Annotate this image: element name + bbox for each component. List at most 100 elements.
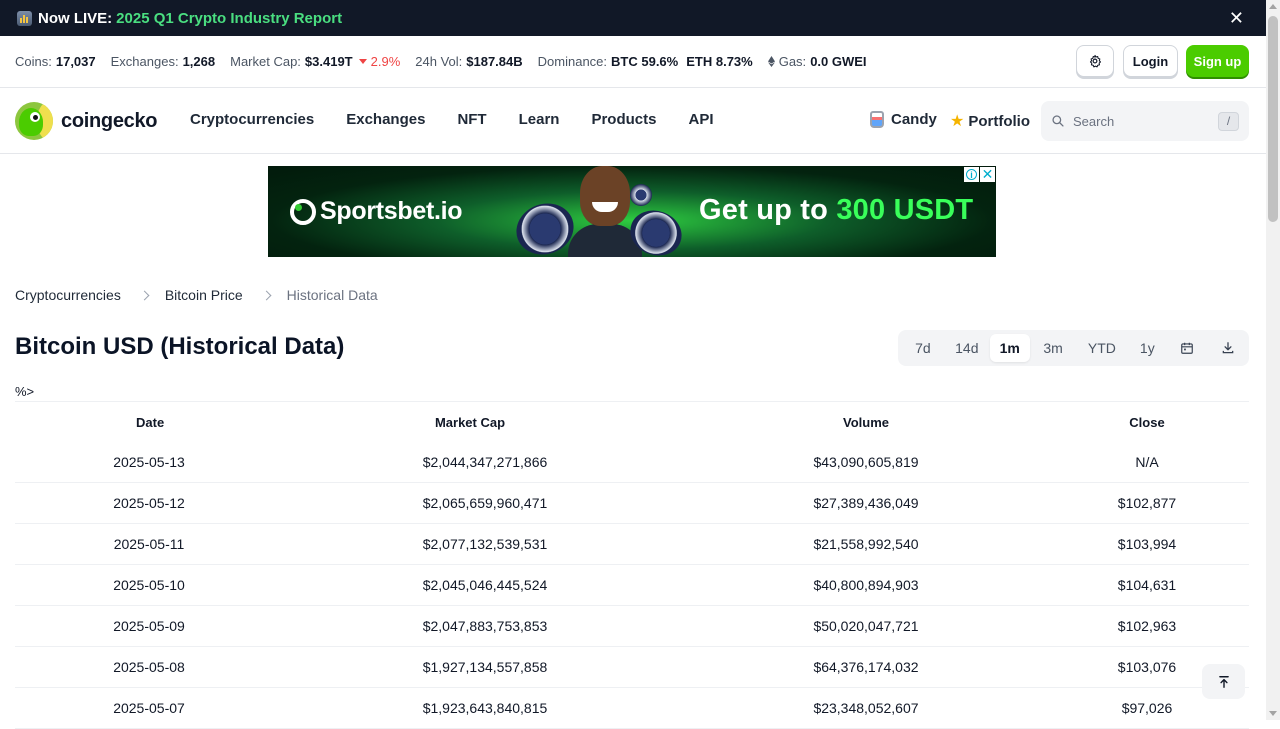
nav-item-nft[interactable]: NFT xyxy=(457,111,486,128)
ad-brand: Sportsbet.io xyxy=(290,197,463,226)
main-nav: coingecko Cryptocurrencies Exchanges NFT… xyxy=(0,89,1266,154)
sportsbet-logo-icon xyxy=(290,198,316,225)
ad-banner[interactable]: Sportsbet.io Get up to 300 USDT xyxy=(268,166,996,257)
stray-text: %> xyxy=(15,384,35,399)
cell-market-cap: $2,047,883,753,853 xyxy=(422,618,548,634)
search-input[interactable]: Search / xyxy=(1041,101,1249,141)
download-button[interactable] xyxy=(1207,334,1249,362)
cell-market-cap: $1,927,134,557,858 xyxy=(422,659,548,675)
cell-market-cap: $2,077,132,539,531 xyxy=(422,536,548,552)
breadcrumb-cryptocurrencies[interactable]: Cryptocurrencies xyxy=(15,287,121,303)
cell-volume: $23,348,052,607 xyxy=(813,700,919,716)
page-scrollbar[interactable] xyxy=(1266,0,1280,720)
range-1m[interactable]: 1m xyxy=(989,334,1030,362)
breadcrumb-bitcoin-price[interactable]: Bitcoin Price xyxy=(165,287,243,303)
cell-close: N/A xyxy=(1135,454,1159,470)
nav-menu: Cryptocurrencies Exchanges NFT Learn Pro… xyxy=(190,111,746,128)
stat-dominance[interactable]: Dominance: BTC 59.6% ETH 8.73% xyxy=(538,54,753,69)
range-7d[interactable]: 7d xyxy=(902,334,944,362)
ad-person-image xyxy=(568,166,642,257)
announcement-bar: Now LIVE: 2025 Q1 Crypto Industry Report… xyxy=(0,0,1266,36)
ethereum-icon xyxy=(767,56,775,67)
cell-volume: $40,800,894,903 xyxy=(813,577,919,593)
table-row: 2025-05-12 $2,065,659,960,471 $27,389,43… xyxy=(15,483,1249,524)
column-header-close[interactable]: Close xyxy=(1045,415,1249,430)
cell-close: $97,026 xyxy=(1121,700,1173,716)
calendar-icon xyxy=(1181,342,1194,354)
scroll-up-arrow-icon[interactable] xyxy=(1269,4,1277,9)
gear-icon xyxy=(1089,54,1102,68)
info-icon: i xyxy=(966,169,977,180)
star-icon: ★ xyxy=(950,113,965,130)
cell-close: $102,963 xyxy=(1117,618,1177,634)
poker-chip-image xyxy=(630,184,652,206)
range-3m[interactable]: 3m xyxy=(1030,334,1077,362)
announcement-link[interactable]: 2025 Q1 Crypto Industry Report xyxy=(116,10,342,27)
cell-volume: $21,558,992,540 xyxy=(813,536,919,552)
cell-volume: $50,020,047,721 xyxy=(813,618,919,634)
page-title: Bitcoin USD (Historical Data) xyxy=(15,333,345,360)
cell-volume: $43,090,605,819 xyxy=(813,454,919,470)
historical-data-table: Date Market Cap Volume Close 2025-05-13 … xyxy=(15,401,1249,729)
download-icon xyxy=(1222,342,1234,354)
cell-date: 2025-05-09 xyxy=(113,618,185,634)
cell-market-cap: $2,044,347,271,866 xyxy=(422,454,548,470)
close-icon[interactable]: ✕ xyxy=(1229,8,1244,28)
cell-market-cap: $2,045,046,445,524 xyxy=(422,577,548,593)
market-cap-change: 2.9% xyxy=(358,54,400,69)
stat-volume[interactable]: 24h Vol: $187.84B xyxy=(415,54,522,69)
calendar-button[interactable] xyxy=(1167,334,1207,362)
portfolio-link[interactable]: ★ Portfolio xyxy=(950,111,1030,131)
announcement-lead: Now LIVE: xyxy=(38,9,113,27)
stat-market-cap[interactable]: Market Cap: $3.419T 2.9% xyxy=(230,54,400,69)
column-header-volume[interactable]: Volume xyxy=(687,415,1045,430)
time-range-selector: 7d 14d 1m 3m YTD 1y xyxy=(898,330,1249,366)
table-row: 2025-05-08 $1,927,134,557,858 $64,376,17… xyxy=(15,647,1249,688)
ad-close-button[interactable]: ✕ xyxy=(980,167,995,182)
search-placeholder: Search xyxy=(1073,113,1115,129)
table-row: 2025-05-11 $2,077,132,539,531 $21,558,99… xyxy=(15,524,1249,565)
cell-market-cap: $2,065,659,960,471 xyxy=(422,495,548,511)
cell-close: $104,631 xyxy=(1117,577,1177,593)
chevron-right-icon xyxy=(139,290,150,300)
candy-link[interactable]: Candy xyxy=(870,111,937,128)
nav-item-products[interactable]: Products xyxy=(591,111,656,128)
cell-market-cap: $1,923,643,840,815 xyxy=(422,700,548,716)
table-row: 2025-05-13 $2,044,347,271,866 $43,090,60… xyxy=(15,442,1249,483)
cell-date: 2025-05-08 xyxy=(113,659,185,675)
logo-wordmark: coingecko xyxy=(61,109,158,132)
column-header-date[interactable]: Date xyxy=(15,415,283,430)
scroll-to-top-button[interactable] xyxy=(1202,664,1245,699)
search-shortcut-key: / xyxy=(1218,112,1239,131)
breadcrumb-historical-data: Historical Data xyxy=(286,287,378,303)
scrollbar-thumb[interactable] xyxy=(1268,16,1278,222)
candy-jar-icon xyxy=(870,111,884,128)
cell-date: 2025-05-10 xyxy=(113,577,185,593)
range-14d[interactable]: 14d xyxy=(944,334,990,362)
login-button[interactable]: Login xyxy=(1123,45,1178,77)
cell-date: 2025-05-07 xyxy=(113,700,185,716)
cell-close: $102,877 xyxy=(1117,495,1177,511)
nav-item-learn[interactable]: Learn xyxy=(519,111,560,128)
gecko-logo-icon xyxy=(15,102,53,140)
coingecko-logo[interactable]: coingecko xyxy=(15,102,158,140)
stat-coins[interactable]: Coins: 17,037 xyxy=(15,54,96,69)
nav-item-cryptocurrencies[interactable]: Cryptocurrencies xyxy=(190,111,314,128)
arrow-up-to-line-icon xyxy=(1218,675,1229,688)
ad-headline: Get up to 300 USDT xyxy=(699,194,974,226)
stat-gas[interactable]: Gas: 0.0 GWEI xyxy=(767,54,867,69)
nav-item-exchanges[interactable]: Exchanges xyxy=(346,111,425,128)
signup-button[interactable]: Sign up xyxy=(1186,45,1249,77)
nav-item-api[interactable]: API xyxy=(688,111,713,128)
ad-info-button[interactable]: i xyxy=(964,167,979,182)
table-row: 2025-05-09 $2,047,883,753,853 $50,020,04… xyxy=(15,606,1249,647)
table-row: 2025-05-07 $1,923,643,840,815 $23,348,05… xyxy=(15,688,1249,729)
scroll-down-arrow-icon[interactable] xyxy=(1269,711,1277,716)
cell-date: 2025-05-12 xyxy=(113,495,185,511)
settings-button[interactable] xyxy=(1076,45,1114,77)
stat-exchanges[interactable]: Exchanges: 1,268 xyxy=(111,54,215,69)
range-1y[interactable]: 1y xyxy=(1127,334,1167,362)
table-header: Date Market Cap Volume Close xyxy=(15,402,1249,442)
column-header-market-cap[interactable]: Market Cap xyxy=(283,415,687,430)
range-ytd[interactable]: YTD xyxy=(1077,334,1128,362)
